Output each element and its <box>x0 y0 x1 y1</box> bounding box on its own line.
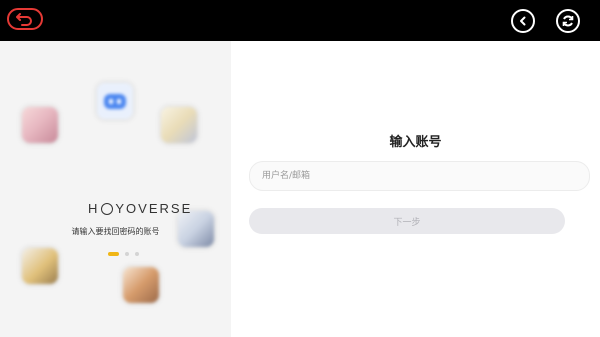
back-arrow-icon <box>16 13 32 26</box>
next-step-button[interactable]: 下一步 <box>249 208 565 234</box>
back-button[interactable] <box>7 8 43 30</box>
page-title: 输入账号 <box>389 135 442 150</box>
logo-text-suffix: YOVERSE <box>115 201 193 216</box>
nav-back-button[interactable] <box>511 9 535 33</box>
app-logo-avatar <box>97 83 133 119</box>
refresh-button[interactable] <box>556 9 580 33</box>
character-avatar <box>22 107 58 143</box>
logo-text-prefix: H <box>88 201 100 216</box>
chevron-left-icon <box>520 16 526 26</box>
recover-account-subtitle: 请输入要找回密码的账号 <box>71 227 160 236</box>
refresh-icon <box>562 15 574 27</box>
game-banner-panel: H YOVERSE 请输入要找回密码的账号 <box>0 41 231 337</box>
top-bar <box>0 0 600 41</box>
hoyoverse-logo: H YOVERSE <box>88 201 192 216</box>
carousel-dot[interactable] <box>135 252 139 256</box>
character-avatar <box>123 267 159 303</box>
logo-ring-icon <box>101 202 114 215</box>
character-avatar <box>161 107 197 143</box>
carousel-dot[interactable] <box>125 252 129 256</box>
character-avatar <box>22 248 58 284</box>
carousel-indicator <box>108 252 139 256</box>
robot-icon <box>104 94 126 109</box>
carousel-dot-active[interactable] <box>108 252 119 256</box>
account-input[interactable] <box>249 161 590 191</box>
account-form-panel: 输入账号 下一步 <box>231 41 600 337</box>
